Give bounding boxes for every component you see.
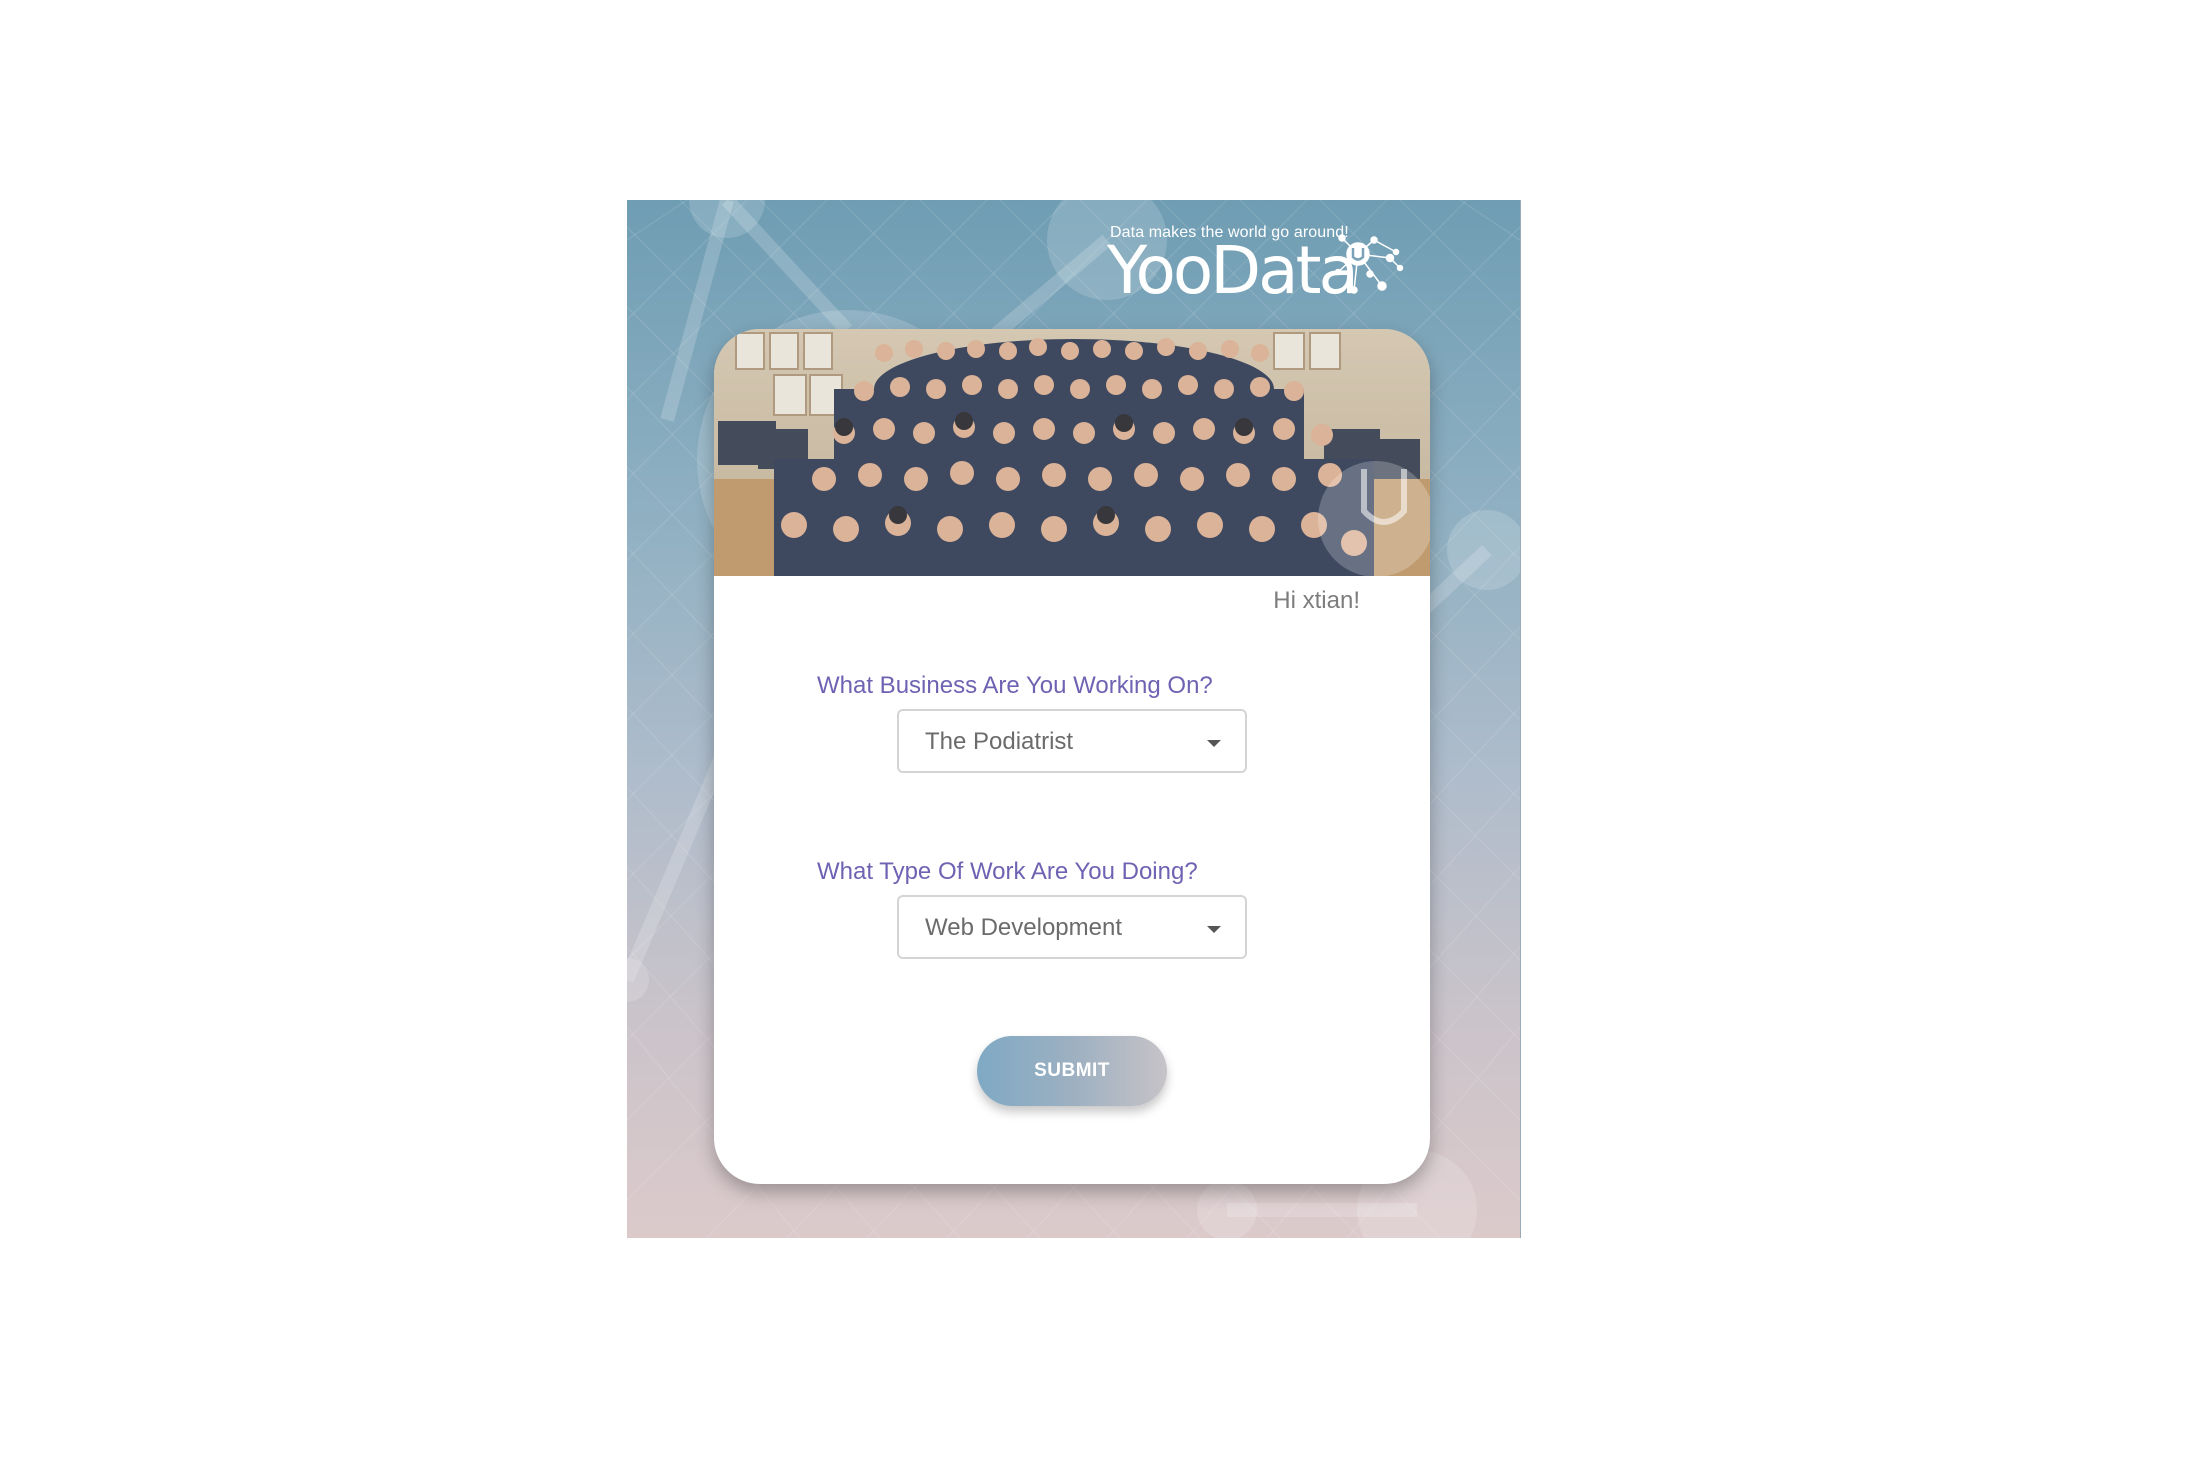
brand-logo-text: YooData	[1107, 232, 1359, 309]
caret-down-icon	[1207, 740, 1221, 747]
login-panel: Data makes the world go around! YooData	[627, 200, 1521, 1238]
business-select[interactable]: The Podiatrist	[897, 709, 1247, 773]
form-card: Hi xtian! What Business Are You Working …	[714, 329, 1430, 1184]
work-type-select-value: Web Development	[925, 914, 1122, 941]
work-type-question-label: What Type Of Work Are You Doing?	[817, 858, 1198, 885]
greeting-text: Hi xtian!	[1273, 587, 1360, 614]
business-question-label: What Business Are You Working On?	[817, 672, 1213, 699]
work-type-select[interactable]: Web Development	[897, 895, 1247, 959]
team-photo	[714, 329, 1430, 576]
network-dots-icon	[1334, 234, 1404, 294]
business-select-value: The Podiatrist	[925, 728, 1074, 755]
submit-button[interactable]: SUBMIT	[977, 1036, 1167, 1106]
caret-down-icon	[1207, 926, 1221, 933]
